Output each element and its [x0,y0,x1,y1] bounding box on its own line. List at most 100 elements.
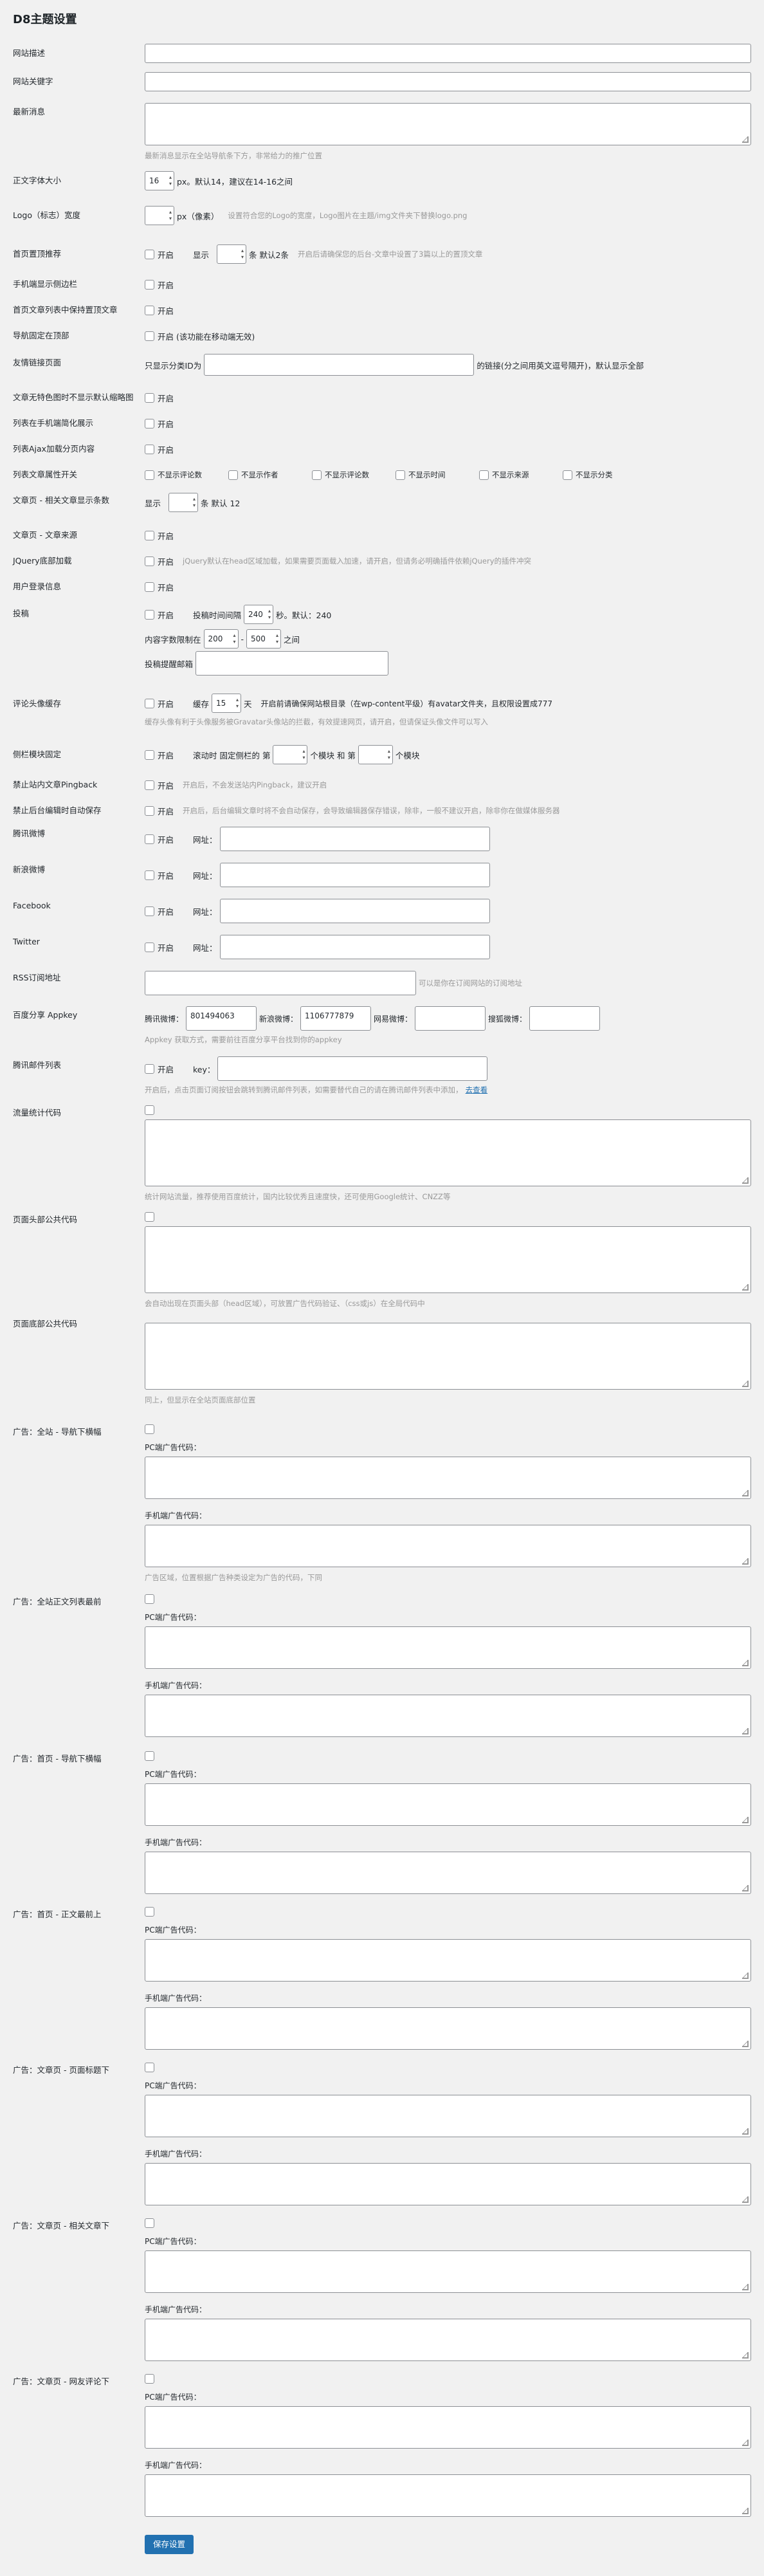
list-attr-checkbox[interactable] [312,470,322,480]
header-code-checkbox[interactable] [145,1211,154,1222]
sidebar-fixed-checkbox[interactable] [145,750,154,760]
ad-site-list-mobile-textarea[interactable] [145,1695,751,1737]
list-attr-option[interactable]: 不显示时间 [396,470,479,480]
contribute-interval-note: 秒。默认：240 [276,610,332,620]
font-size-stepper[interactable]: 16 [145,171,174,190]
footer-code-textarea[interactable] [145,1323,751,1390]
list-attr-checkbox[interactable] [145,470,154,480]
stats-code-textarea[interactable] [145,1119,751,1186]
tencent-weibo-url-input[interactable] [219,827,490,851]
site-desc-input[interactable] [145,44,751,63]
avatar-cache-checkbox[interactable] [145,698,154,708]
list-attr-checkbox[interactable] [228,470,238,480]
list-attr-option[interactable]: 不显示分类 [563,470,646,480]
list-attr-checkbox[interactable] [396,470,405,480]
list-attr-option[interactable]: 不显示来源 [479,470,563,480]
baidu-sohu-input[interactable] [529,1006,601,1031]
save-button[interactable]: 保存设置 [145,2535,194,2554]
related-count-stepper[interactable] [168,493,199,512]
label-ad-post-comment: 广告：文章页 - 网友评论下 [13,2377,109,2386]
friend-links-prefix: 只显示分类ID为 [145,360,202,371]
ad-site-nav-pc-textarea[interactable] [145,1457,751,1499]
home-top-show: 显示 [193,250,210,260]
sidebar-fixed-second[interactable] [358,745,393,764]
contribute-email-input[interactable] [196,651,389,676]
contribute-checkbox[interactable] [145,609,154,620]
list-attr-label: 不显示评论数 [158,470,202,479]
post-source-checkbox[interactable] [145,530,154,540]
label-home-list-top: 首页文章列表中保持置顶文章 [13,305,118,315]
no-autosave-enable: 开启 [158,806,174,816]
ad-post-related-checkbox[interactable] [145,2218,154,2228]
list-attr-checkbox[interactable] [563,470,572,480]
home-top-checkbox[interactable] [145,249,154,259]
list-attr-option[interactable]: 不显示评论数 [145,470,228,480]
ad-post-related-pc-textarea[interactable] [145,2250,751,2293]
ad-post-comment-pc-textarea[interactable] [145,2406,751,2449]
contribute-len-max[interactable]: 500 [246,629,282,649]
site-keywords-input[interactable] [145,72,751,91]
rss-input[interactable] [145,971,416,995]
contribute-interval-stepper[interactable]: 240 [244,605,274,624]
latest-news-textarea[interactable] [145,103,751,145]
baidu-sohu-label: 搜狐微博： [488,1014,527,1024]
sina-weibo-checkbox[interactable] [145,870,154,880]
ad-post-comment-mobile-textarea[interactable] [145,2474,751,2517]
ad-home-nav-mobile-textarea[interactable] [145,1852,751,1894]
ad-home-nav-checkbox[interactable] [145,1751,154,1761]
ad-site-list-checkbox[interactable] [145,1594,154,1604]
stats-code-checkbox[interactable] [145,1105,154,1115]
home-top-count-stepper[interactable] [217,244,247,264]
tencent-mail-view-link[interactable]: 去查看 [466,1085,488,1094]
label-baidu-share: 百度分享 Appkey [13,1010,78,1020]
logo-width-stepper[interactable] [145,206,174,225]
contribute-len-min[interactable]: 200 [203,629,239,649]
user-login-checkbox[interactable] [145,582,154,592]
header-code-textarea[interactable] [145,1226,751,1293]
label-sidebar-fixed: 侧栏模块固定 [13,750,62,759]
nav-fixed-checkbox[interactable] [145,331,154,341]
home-list-top-enable: 开启 [158,306,174,316]
tencent-mail-key-input[interactable] [217,1056,488,1081]
friend-links-input[interactable] [204,354,475,376]
list-attr-checkbox[interactable] [479,470,489,480]
ad-home-list-mobile-textarea[interactable] [145,2007,751,2050]
ad-home-list-pc-textarea[interactable] [145,1939,751,1982]
sidebar-fixed-first[interactable] [273,745,308,764]
list-ajax-checkbox[interactable] [145,444,154,454]
no-pingback-help: 开启后，不会发送站内Pingback，建议开启 [183,780,327,789]
ad-post-title-checkbox[interactable] [145,2062,154,2072]
no-pingback-checkbox[interactable] [145,780,154,790]
no-thumb-checkbox[interactable] [145,392,154,403]
tencent-weibo-checkbox[interactable] [145,834,154,844]
tencent-mail-checkbox[interactable] [145,1063,154,1074]
sina-weibo-enable: 开启 [158,870,174,881]
facebook-url-label: 网址： [193,906,217,917]
ad-site-list-pc-textarea[interactable] [145,1626,751,1669]
avatar-cache-prefix: 缓存 [193,699,210,709]
baidu-163-input[interactable] [415,1006,486,1031]
twitter-checkbox[interactable] [145,942,154,952]
ad-post-comment-checkbox[interactable] [145,2373,154,2384]
ad-post-title-mobile-textarea[interactable] [145,2163,751,2205]
avatar-cache-days[interactable]: 15 [212,694,242,713]
sina-weibo-url-input[interactable] [219,863,490,887]
jquery-footer-checkbox[interactable] [145,556,154,566]
ad-site-nav-mobile-textarea[interactable] [145,1525,751,1567]
ad-post-related-mobile-textarea[interactable] [145,2319,751,2361]
ad-home-list-checkbox[interactable] [145,1906,154,1917]
list-mobile-checkbox[interactable] [145,418,154,428]
ad-post-title-pc-textarea[interactable] [145,2095,751,2137]
facebook-checkbox[interactable] [145,906,154,916]
baidu-tencent-input[interactable]: 801494063 [186,1006,257,1031]
baidu-sina-input[interactable]: 1106777879 [300,1006,372,1031]
facebook-url-input[interactable] [219,899,490,923]
list-attr-option[interactable]: 不显示作者 [228,470,312,480]
twitter-url-input[interactable] [219,935,490,959]
no-autosave-checkbox[interactable] [145,805,154,816]
ad-home-nav-pc-textarea[interactable] [145,1783,751,1826]
home-list-top-checkbox[interactable] [145,305,154,315]
list-attr-option[interactable]: 不显示评论数 [312,470,396,480]
ad-site-nav-checkbox[interactable] [145,1424,154,1434]
mobile-sidebar-checkbox[interactable] [145,279,154,290]
